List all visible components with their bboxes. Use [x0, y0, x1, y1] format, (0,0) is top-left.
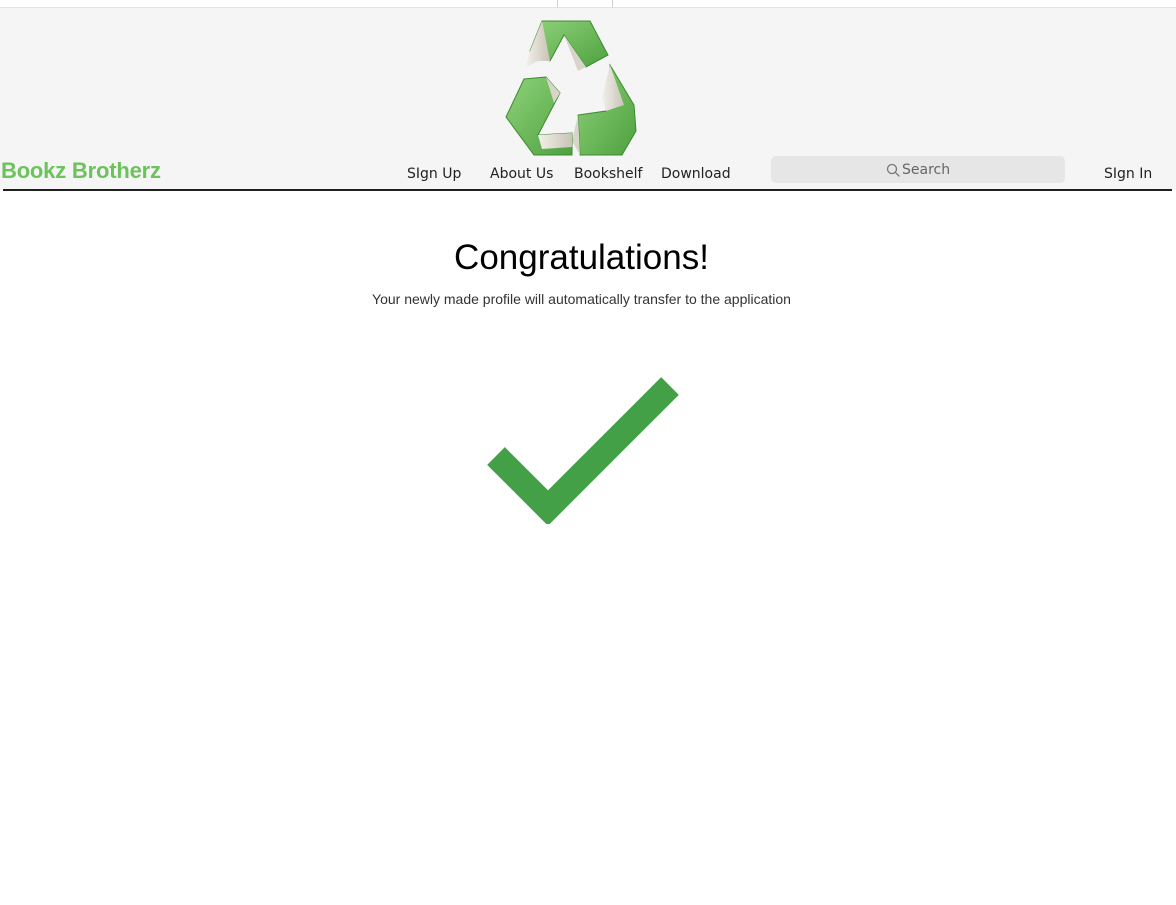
close-icon[interactable]: × — [580, 0, 586, 4]
header-divider — [3, 189, 1172, 191]
recycle-books-logo[interactable] — [498, 15, 644, 159]
nav-bookshelf[interactable]: Bookshelf — [574, 166, 642, 182]
collapse-tab[interactable]: × — [557, 0, 613, 7]
search-icon — [886, 163, 900, 177]
page: × Bookz Brotherz SIgn Up About Us Boo — [0, 0, 1176, 905]
nav-download[interactable]: Download — [661, 166, 731, 182]
browser-top-strip: × — [0, 0, 1176, 8]
search-box[interactable] — [771, 156, 1065, 183]
nav-sign-in[interactable]: SIgn In — [1104, 166, 1152, 182]
confirmation-message: Your newly made profile will automatical… — [372, 291, 791, 307]
page-title: Congratulations! — [454, 238, 709, 277]
nav-sign-up[interactable]: SIgn Up — [407, 166, 461, 182]
brand-name[interactable]: Bookz Brotherz — [1, 158, 161, 184]
nav-about-us[interactable]: About Us — [490, 166, 553, 182]
search-input[interactable] — [902, 161, 950, 178]
checkmark-icon — [487, 377, 679, 524]
